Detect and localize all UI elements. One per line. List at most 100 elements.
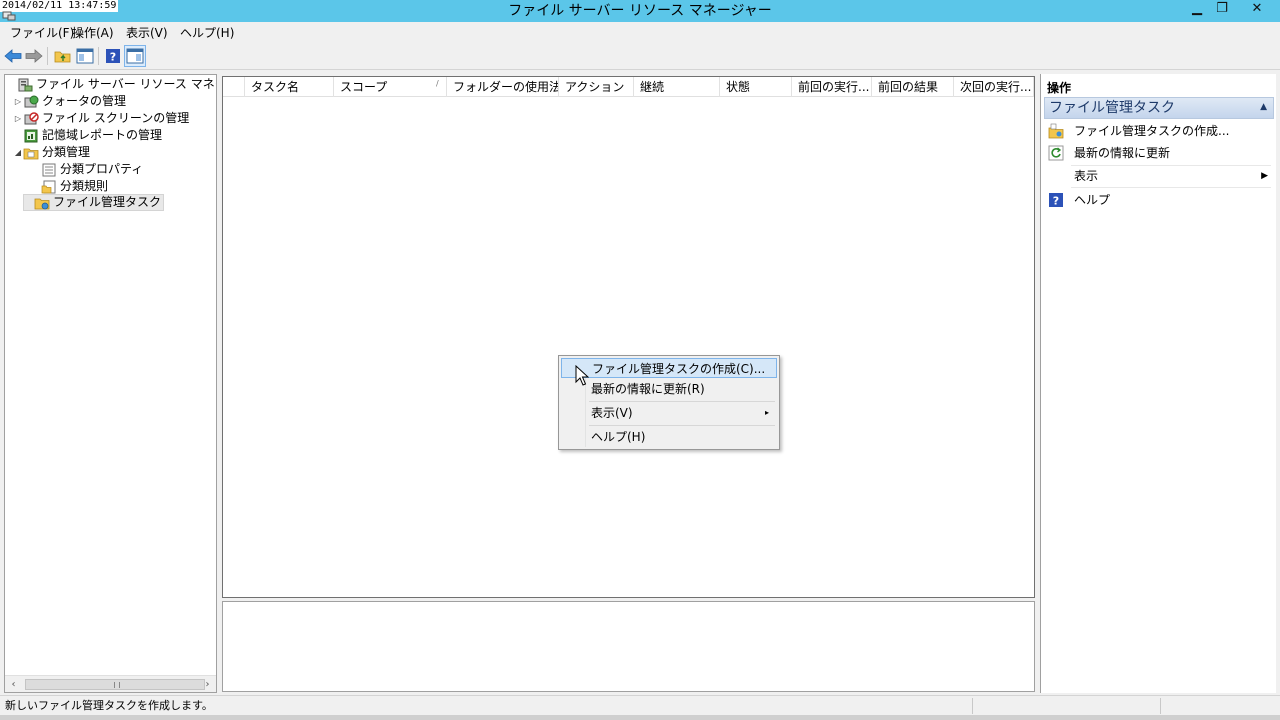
window-title: ファイル サーバー リソース マネージャー <box>508 3 772 19</box>
context-menu-item-create-task[interactable]: ファイル管理タスクの作成(C)... <box>561 358 777 378</box>
task-list-view[interactable]: タスク名 スコープ フォルダーの使用法 アクション 継続 状態 前回の実行...… <box>222 76 1035 598</box>
column-header-last-run[interactable]: 前回の実行... <box>792 77 872 97</box>
tree-item-classification[interactable]: ◢ 分類管理 <box>13 144 90 161</box>
tree-label: ファイル管理タスク <box>53 195 162 209</box>
action-separator <box>1071 187 1271 188</box>
action-refresh[interactable]: 最新の情報に更新 <box>1044 142 1274 164</box>
forward-arrow-icon[interactable] <box>23 45 45 67</box>
tree-label: ファイル サーバー リソース マネージャー (ロ- <box>36 77 216 91</box>
menu-separator <box>589 401 775 402</box>
action-label: ヘルプ <box>1074 193 1111 207</box>
column-header-icon[interactable] <box>223 77 245 97</box>
tree-expander[interactable]: ▷ <box>13 110 23 127</box>
tree-item-file-screen[interactable]: ▷ ファイル スクリーンの管理 <box>13 110 189 127</box>
submenu-arrow-icon: ▸ <box>764 408 769 417</box>
menu-action[interactable]: 操作(A) <box>68 24 118 42</box>
context-menu-item-view[interactable]: 表示(V) ▸ <box>561 403 777 423</box>
action-help[interactable]: ? ヘルプ <box>1044 189 1274 211</box>
tree-label: 記憶域レポートの管理 <box>42 128 163 142</box>
sort-indicator: / <box>436 79 439 88</box>
menu-separator <box>589 425 775 426</box>
scroll-grip <box>114 682 120 688</box>
create-task-icon <box>1048 123 1064 139</box>
column-header-continuous[interactable]: 継続 <box>634 77 720 97</box>
context-menu-item-refresh[interactable]: 最新の情報に更新(R) <box>561 379 777 399</box>
tree-item-classification-properties[interactable]: 分類プロパティ <box>31 161 143 178</box>
timestamp-overlay: 2014/02/11 13:47:59 <box>0 0 119 12</box>
tree-label: 分類プロパティ <box>60 162 144 176</box>
restore-button[interactable]: ❐ <box>1210 0 1234 18</box>
svg-text:?: ? <box>110 51 116 64</box>
title-bar[interactable]: ファイル サーバー リソース マネージャー 2014/02/11 13:47:5… <box>0 0 1280 22</box>
show-hide-action-pane-icon[interactable] <box>124 45 146 67</box>
property-icon <box>42 163 56 176</box>
column-header-task-name[interactable]: タスク名 <box>245 77 334 97</box>
svg-text:?: ? <box>1053 195 1059 208</box>
context-menu-label: 表示(V) <box>591 406 633 420</box>
tree-item-classification-rules[interactable]: 分類規則 <box>31 178 108 195</box>
close-button[interactable]: ✕ <box>1236 0 1278 18</box>
submenu-arrow-icon: ▶ <box>1261 171 1268 181</box>
status-divider <box>972 698 973 714</box>
tree-item-quota[interactable]: ▷ クォータの管理 <box>13 93 126 110</box>
actions-section-label: ファイル管理タスク <box>1049 100 1175 116</box>
actions-pane: 操作 ファイル管理タスク ▲ ファイル管理タスクの作成... 最新の情報に更新 … <box>1040 74 1276 693</box>
app-icon <box>2 11 16 21</box>
blank-icon <box>1048 168 1064 184</box>
list-header: タスク名 スコープ フォルダーの使用法 アクション 継続 状態 前回の実行...… <box>223 77 1034 97</box>
menu-view[interactable]: 表示(V) <box>122 24 172 42</box>
action-label: ファイル管理タスクの作成... <box>1074 124 1230 138</box>
tree-label: 分類規則 <box>60 179 109 193</box>
report-icon <box>24 129 38 142</box>
toolbar-separator <box>47 47 48 65</box>
tree-item-root[interactable]: ファイル サーバー リソース マネージャー (ロ- <box>7 76 216 93</box>
tree-label: ファイル スクリーンの管理 <box>42 111 190 125</box>
actions-section-header[interactable]: ファイル管理タスク ▲ <box>1044 97 1274 119</box>
console-tree[interactable]: ファイル サーバー リソース マネージャー (ロ- ▷ クォータの管理 ▷ ファ… <box>4 74 217 693</box>
scroll-right-button[interactable]: › <box>199 676 216 692</box>
action-view[interactable]: 表示 ▶ <box>1044 165 1274 187</box>
help-icon: ? <box>1049 193 1063 208</box>
collapse-icon[interactable]: ▲ <box>1260 102 1267 112</box>
rule-icon <box>41 180 56 193</box>
taskbar-strip <box>0 715 1280 720</box>
tree-expander[interactable]: ◢ <box>13 144 23 161</box>
column-header-status[interactable]: 状態 <box>720 77 792 97</box>
status-divider <box>1160 698 1161 714</box>
action-create-task[interactable]: ファイル管理タスクの作成... <box>1044 120 1274 142</box>
minimize-button[interactable]: ▁ <box>1184 0 1210 18</box>
tree-item-file-management-tasks[interactable]: ファイル管理タスク <box>23 194 165 211</box>
menu-help[interactable]: ヘルプ(H) <box>176 24 238 42</box>
up-folder-icon[interactable] <box>52 45 74 67</box>
status-text: 新しいファイル管理タスクを作成します。 <box>5 699 213 712</box>
actions-title: 操作 <box>1047 81 1072 95</box>
status-bar: 新しいファイル管理タスクを作成します。 <box>0 695 1280 715</box>
toolbar-separator <box>98 47 99 65</box>
tree-label: クォータの管理 <box>42 94 127 108</box>
action-label: 表示 <box>1074 169 1099 183</box>
column-header-action[interactable]: アクション <box>559 77 634 97</box>
tree-expander[interactable]: ▷ <box>13 93 23 110</box>
tree-item-storage-reports[interactable]: 記憶域レポートの管理 <box>13 127 162 144</box>
server-icon <box>18 78 33 91</box>
refresh-icon <box>1048 145 1064 161</box>
scroll-thumb[interactable] <box>25 679 205 690</box>
file-screen-icon <box>24 111 39 124</box>
task-folder-icon <box>34 198 50 209</box>
scroll-left-button[interactable]: ‹ <box>5 676 22 692</box>
mouse-cursor-icon <box>575 365 589 386</box>
tree-label: 分類管理 <box>42 145 91 159</box>
classification-folder-icon <box>23 148 39 159</box>
back-arrow-icon[interactable] <box>2 45 24 67</box>
context-menu-item-help[interactable]: ヘルプ(H) <box>561 427 777 447</box>
detail-pane <box>222 601 1035 692</box>
show-hide-tree-icon[interactable] <box>74 45 96 67</box>
quota-icon <box>24 95 39 107</box>
toolbar: ? <box>0 42 1280 70</box>
column-header-next-run[interactable]: 次回の実行... <box>954 77 1034 97</box>
tree-horizontal-scrollbar[interactable]: ‹ › <box>5 675 216 692</box>
help-icon[interactable]: ? <box>102 45 124 67</box>
column-header-folder-usage[interactable]: フォルダーの使用法 <box>447 77 559 97</box>
column-header-last-result[interactable]: 前回の結果 <box>872 77 954 97</box>
column-header-scope[interactable]: スコープ <box>334 77 447 97</box>
